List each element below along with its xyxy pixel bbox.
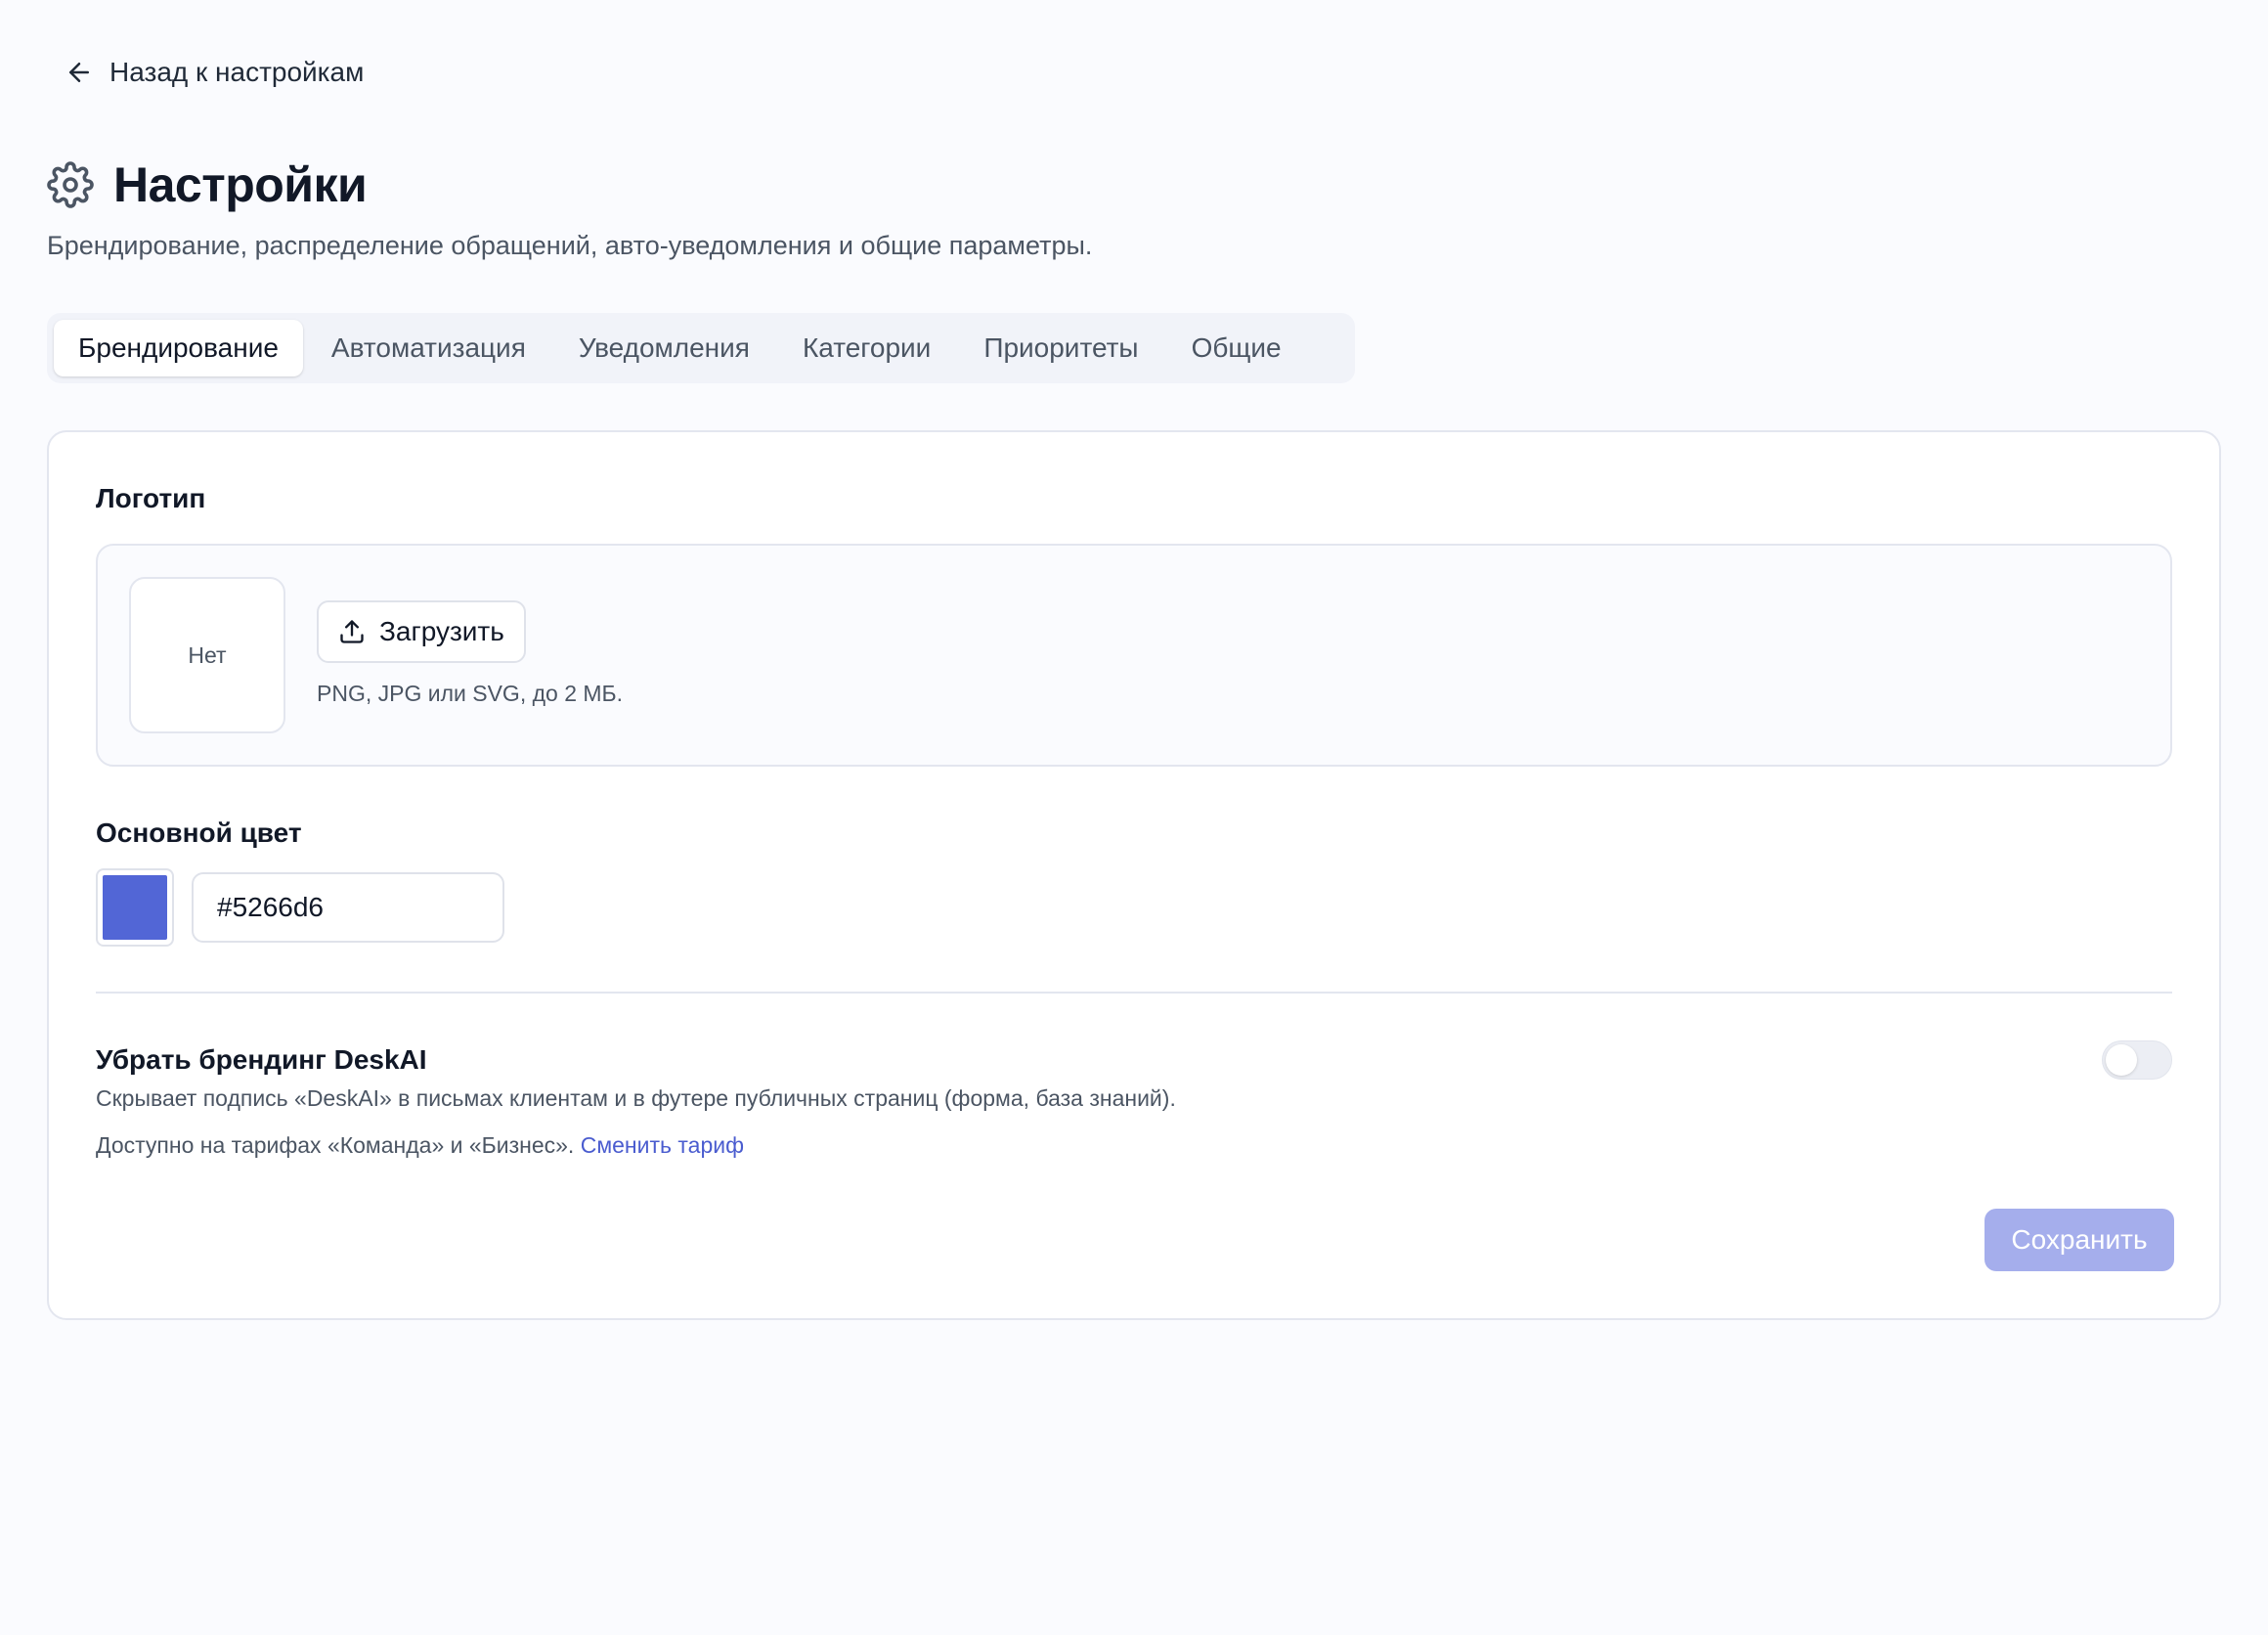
toggle-knob <box>2106 1044 2137 1076</box>
availability-text: Доступно на тарифах «Команда» и «Бизнес»… <box>96 1132 575 1158</box>
logo-section-label: Логотип <box>96 483 206 513</box>
remove-branding-description: Скрывает подпись «DeskAI» в письмах клие… <box>96 1085 1176 1111</box>
remove-branding-toggle[interactable] <box>2102 1040 2172 1080</box>
tab-notifications[interactable]: Уведомления <box>554 320 774 376</box>
upload-button[interactable]: Загрузить <box>317 600 526 663</box>
settings-tabs: Брендирование Автоматизация Уведомления … <box>47 313 1355 383</box>
gear-icon <box>47 161 94 208</box>
upload-icon <box>340 620 364 643</box>
section-divider <box>96 992 2172 994</box>
tab-general[interactable]: Общие <box>1167 320 1306 376</box>
page-header: Настройки <box>47 156 368 213</box>
tab-categories[interactable]: Категории <box>778 320 955 376</box>
page-subtitle: Брендирование, распределение обращений, … <box>47 231 1093 260</box>
arrow-left-icon <box>69 63 89 82</box>
tab-branding[interactable]: Брендирование <box>54 320 303 376</box>
primary-color-label: Основной цвет <box>96 818 302 848</box>
logo-preview: Нет <box>129 577 285 733</box>
tab-automation[interactable]: Автоматизация <box>307 320 550 376</box>
change-plan-link[interactable]: Сменить тариф <box>581 1132 744 1158</box>
page-title: Настройки <box>113 157 368 212</box>
branding-card: Логотип Нет Загрузить PNG, JPG или SVG, … <box>47 430 2221 1320</box>
upload-button-label: Загрузить <box>379 616 504 646</box>
save-button[interactable]: Сохранить <box>1984 1209 2174 1271</box>
remove-branding-availability: Доступно на тарифах «Команда» и «Бизнес»… <box>96 1132 744 1159</box>
back-link-label: Назад к настройкам <box>109 57 365 87</box>
back-to-settings-link[interactable]: Назад к настройкам <box>65 57 364 88</box>
logo-preview-placeholder: Нет <box>188 641 227 668</box>
color-picker-swatch[interactable] <box>96 868 174 947</box>
remove-branding-title: Убрать брендинг DeskAI <box>96 1044 427 1075</box>
color-hex-input[interactable] <box>192 872 504 943</box>
tab-priorities[interactable]: Приоритеты <box>959 320 1162 376</box>
upload-hint: PNG, JPG или SVG, до 2 МБ. <box>317 681 624 706</box>
logo-upload-area: Нет Загрузить PNG, JPG или SVG, до 2 МБ. <box>96 544 2172 767</box>
color-swatch-fill <box>103 875 167 940</box>
